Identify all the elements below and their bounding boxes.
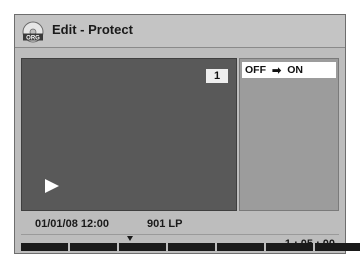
- timeline-area: 1 : 05 : 00: [21, 234, 360, 251]
- side-menu: OFF ➡ ON: [239, 58, 339, 211]
- recording-datetime: 01/01/08 12:00: [35, 218, 110, 230]
- recording-info: 01/01/08 12:00 901 LP: [21, 215, 339, 233]
- recording-channel-mode: 901 LP: [147, 218, 183, 230]
- title-bar: ORG Edit - Protect: [15, 15, 345, 48]
- elapsed-time: 1 : 05 : 00: [284, 238, 335, 250]
- video-preview: 1: [21, 58, 237, 211]
- timeline-segment: [119, 243, 166, 251]
- timeline-segment: [21, 243, 68, 251]
- protect-option-off-to-on[interactable]: OFF ➡ ON: [242, 62, 336, 78]
- play-icon: [45, 179, 59, 193]
- position-marker-icon: [127, 236, 133, 241]
- title-number-badge: 1: [206, 69, 228, 83]
- osd-window: ORG Edit - Protect 1 OFF ➡ ON 01/01/08 1…: [14, 14, 360, 254]
- timeline-segment: [217, 243, 264, 251]
- disc-org-icon: ORG: [22, 21, 44, 43]
- option-to-label: ON: [287, 64, 303, 76]
- timeline-segment: [168, 243, 215, 251]
- option-from-label: OFF: [245, 64, 266, 76]
- disc-label: ORG: [26, 35, 40, 41]
- page-title: Edit - Protect: [52, 22, 133, 37]
- main-area: 1 OFF ➡ ON: [21, 58, 339, 211]
- timeline-segment: [70, 243, 117, 251]
- right-arrow-icon: ➡: [272, 64, 282, 77]
